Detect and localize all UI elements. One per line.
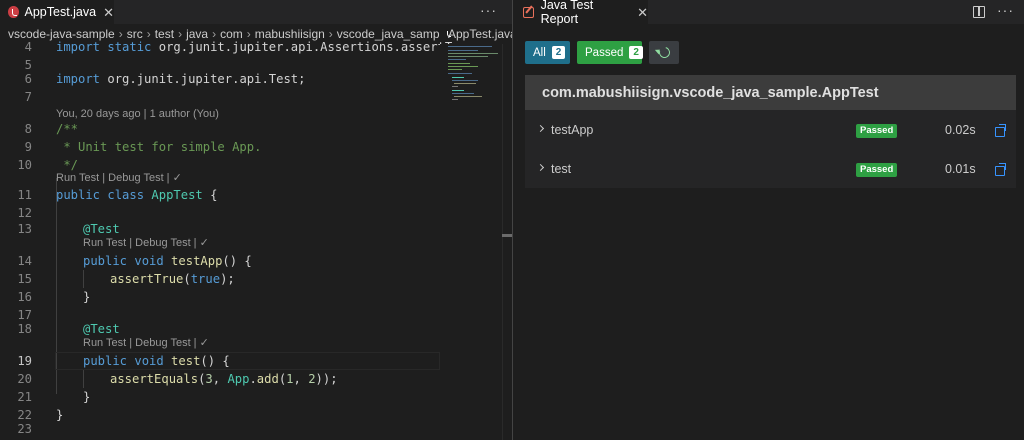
line-number: 15 <box>17 272 32 286</box>
code-line: 19 public void test() { <box>0 352 440 370</box>
run-test-codelens[interactable]: Run Test | Debug Test | ✓ <box>83 335 209 351</box>
test-name: test <box>551 162 572 176</box>
test-name: testApp <box>551 123 594 137</box>
code-line: 13 @Test <box>0 220 440 238</box>
run-test-codelens[interactable]: Run Test | Debug Test | ✓ <box>56 170 182 186</box>
java-file-icon <box>8 6 19 18</box>
status-badge: Passed <box>856 124 898 138</box>
test-row[interactable]: testApp Passed 0.02s <box>525 111 1016 150</box>
count-badge: 2 <box>629 46 643 59</box>
code-line: 6 import org.junit.jupiter.api.Test; <box>0 70 440 88</box>
line-number: 7 <box>24 90 32 104</box>
scrollbar-thumb[interactable] <box>502 234 512 237</box>
editor-pane: AppTest.java ✕ ··· vscode-java-sample › … <box>0 0 512 440</box>
more-actions-icon[interactable]: ··· <box>997 2 1014 18</box>
line-number: 21 <box>17 390 32 404</box>
tab-label: Java Test Report <box>540 0 594 26</box>
test-suite-header: com.mabushiisign.vscode_java_sample.AppT… <box>525 75 1016 110</box>
go-to-source-icon[interactable] <box>995 124 1006 137</box>
code-line: 8 /** <box>0 120 440 138</box>
line-number: 8 <box>24 122 32 136</box>
code-editor[interactable]: 4 import static org.junit.jupiter.api.As… <box>0 40 481 440</box>
refresh-icon <box>656 44 672 61</box>
test-duration: 0.02s <box>945 123 976 137</box>
test-suite-list: testApp Passed 0.02s test Passed 0.01s <box>525 110 1016 188</box>
filter-all-button[interactable]: All 2 <box>525 41 570 64</box>
status-badge: Passed <box>856 163 898 177</box>
line-number: 6 <box>24 72 32 86</box>
chevron-right-icon[interactable] <box>536 163 545 172</box>
tab-java-test-report[interactable]: Java Test Report ✕ <box>513 0 648 26</box>
chevron-right-icon[interactable] <box>536 124 545 133</box>
line-number: 23 <box>17 422 32 436</box>
code-line: 23 <box>0 420 440 438</box>
code-line: 20 assertEquals(3, App.add(1, 2)); <box>0 370 440 388</box>
code-line: 11 public class AppTest { <box>0 186 440 204</box>
line-number: 10 <box>17 158 32 172</box>
tab-label: AppTest.java <box>24 5 97 19</box>
line-number: 20 <box>17 372 32 386</box>
code-line: 18 @Test <box>0 320 440 338</box>
line-number: 13 <box>17 222 32 236</box>
minimap[interactable] <box>440 44 502 440</box>
filter-passed-label: Passed <box>585 46 624 59</box>
filter-all-label: All <box>533 46 546 59</box>
split-editor-icon[interactable] <box>973 6 985 18</box>
filter-passed-button[interactable]: Passed 2 <box>577 41 643 64</box>
test-row[interactable]: test Passed 0.01s <box>525 150 1016 189</box>
report-tabbar: Java Test Report ✕ ··· <box>513 0 1024 26</box>
preview-icon <box>523 6 534 18</box>
close-icon[interactable]: ✕ <box>637 6 648 19</box>
line-number: 19 <box>17 354 32 368</box>
line-number: 9 <box>24 140 32 154</box>
refresh-button[interactable] <box>649 41 679 64</box>
code-line: 21 } <box>0 388 440 406</box>
run-test-codelens[interactable]: Run Test | Debug Test | ✓ <box>83 235 209 251</box>
test-report-pane: Java Test Report ✕ ··· All 2 Passed 2 co… <box>513 0 1024 440</box>
go-to-source-icon[interactable] <box>995 163 1006 176</box>
code-line: 15 assertTrue(true); <box>0 270 440 288</box>
line-number: 16 <box>17 290 32 304</box>
test-duration: 0.01s <box>945 162 976 176</box>
code-line: 14 public void testApp() { <box>0 252 440 270</box>
code-line: 7 <box>0 88 440 106</box>
line-number: 14 <box>17 254 32 268</box>
vertical-scrollbar[interactable] <box>502 44 512 440</box>
count-badge: 2 <box>551 46 566 59</box>
code-line: 9 * Unit test for simple App. <box>0 138 440 156</box>
tab-apptest-java[interactable]: AppTest.java ✕ <box>0 0 114 24</box>
line-number: 11 <box>17 188 32 202</box>
code-line: 4 import static org.junit.jupiter.api.As… <box>0 38 482 56</box>
editor-tabbar: AppTest.java ✕ ··· <box>0 0 512 24</box>
line-number: 18 <box>17 322 32 336</box>
more-actions-icon[interactable]: ··· <box>480 2 497 18</box>
line-number: 4 <box>24 40 32 54</box>
code-line: 16 } <box>0 288 440 306</box>
close-icon[interactable]: ✕ <box>103 6 114 19</box>
